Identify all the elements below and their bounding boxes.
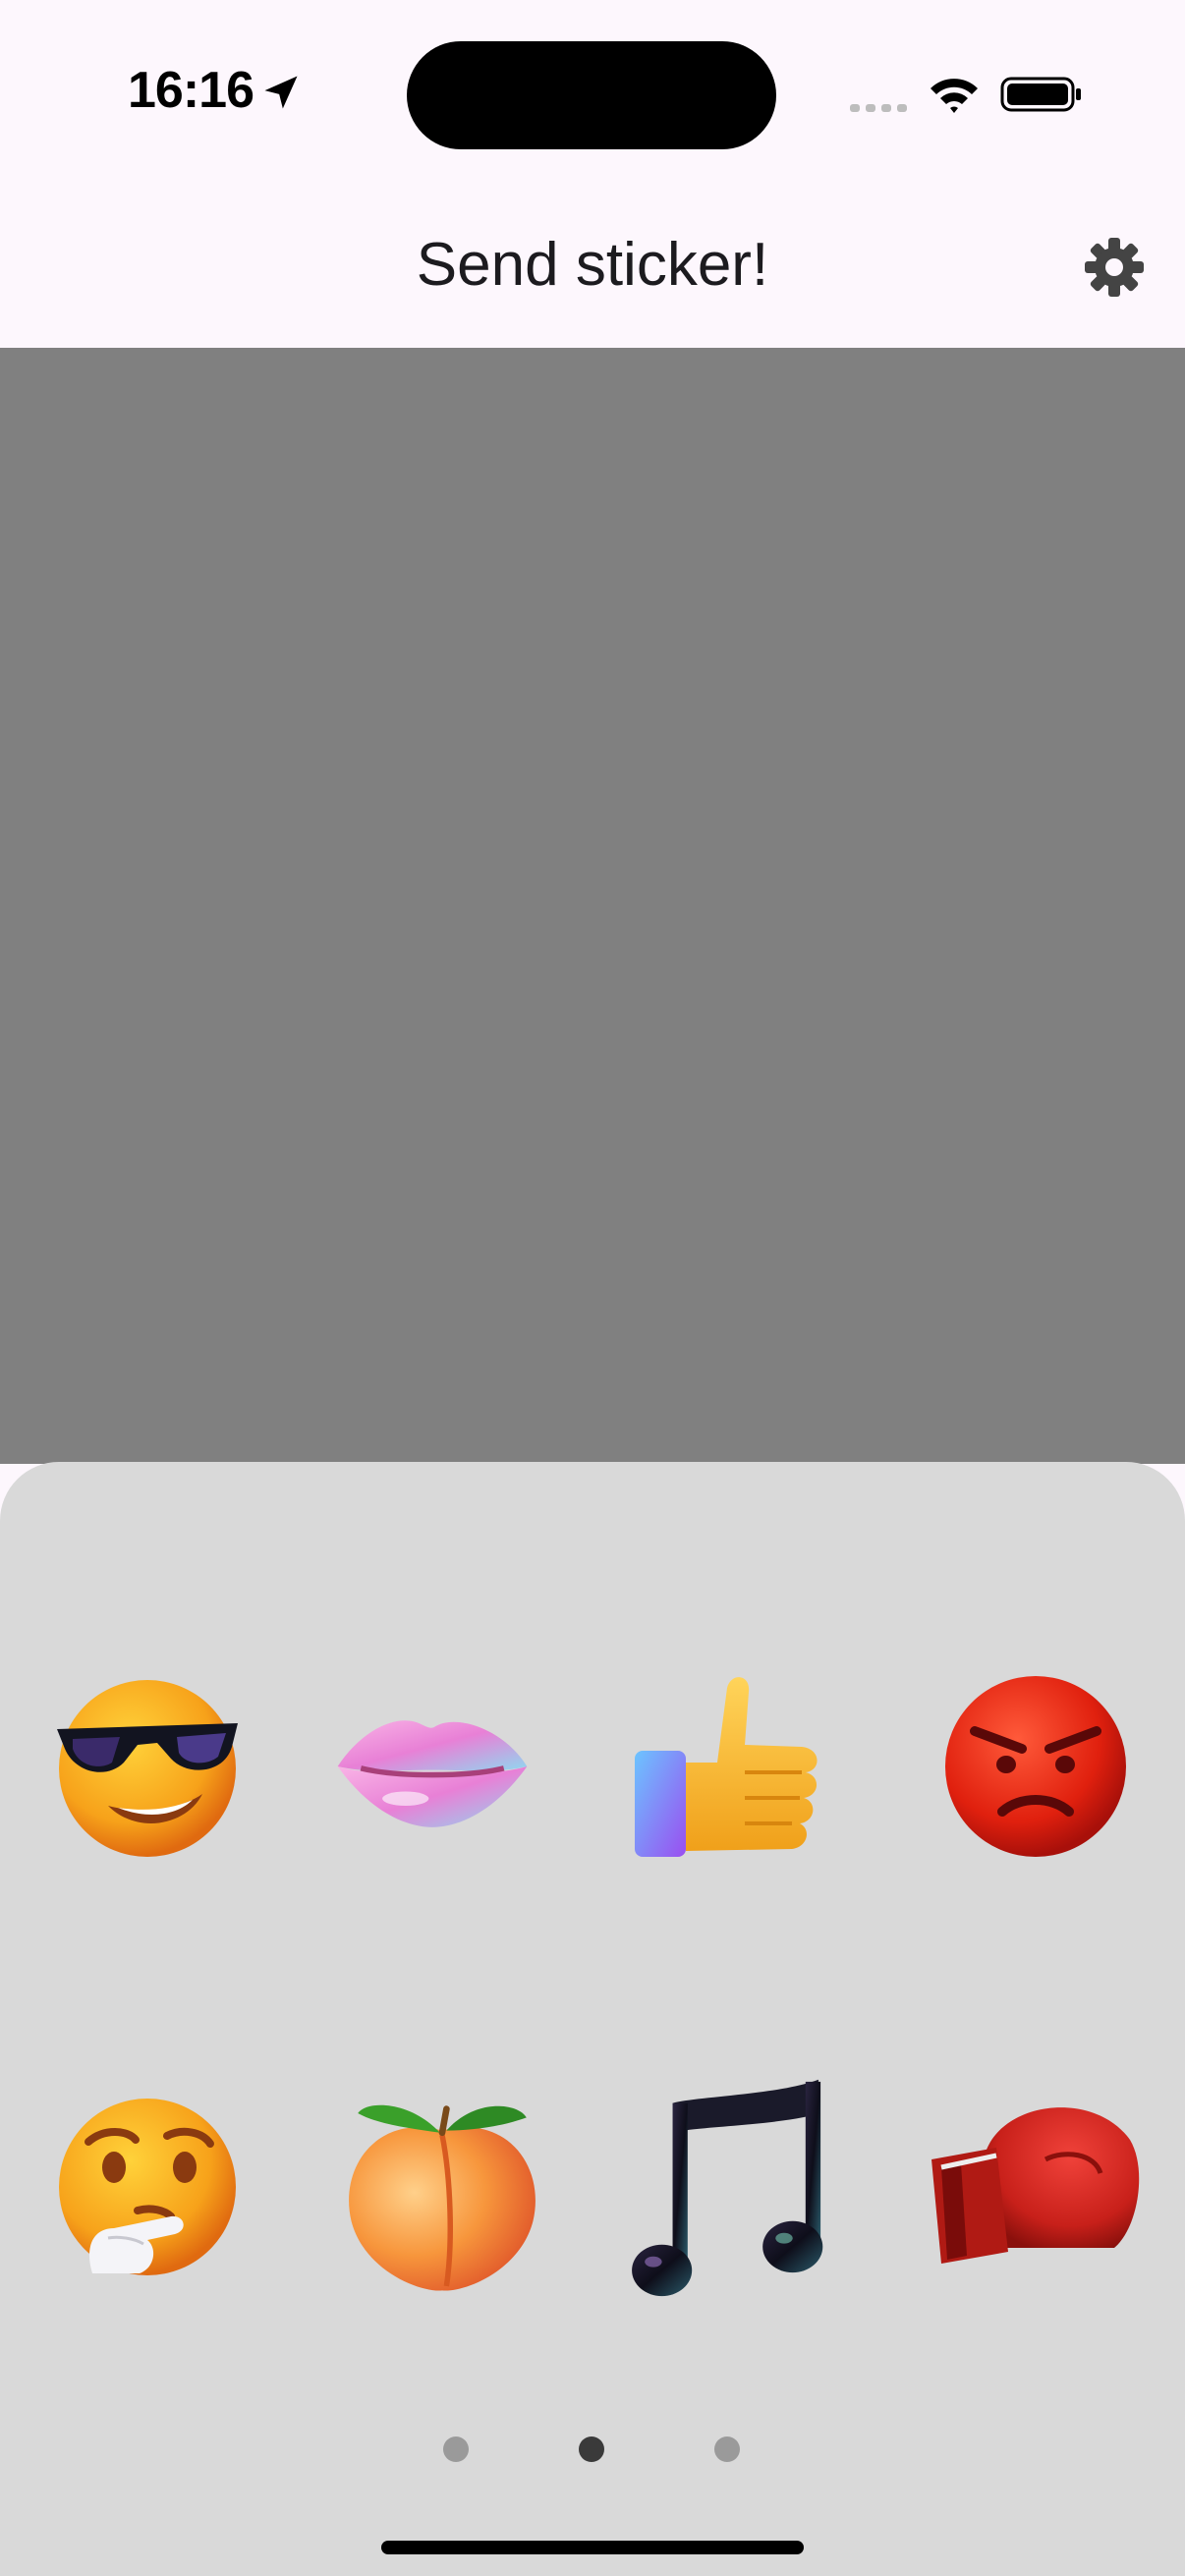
battery-icon bbox=[1000, 77, 1081, 112]
thinking-face-sticker[interactable] bbox=[49, 2091, 246, 2287]
sticker-preview-area[interactable] bbox=[0, 348, 1185, 1464]
page-dot-2-active[interactable] bbox=[579, 2436, 604, 2462]
wifi-icon bbox=[931, 79, 978, 113]
sticker-picker-sheet bbox=[0, 1462, 1185, 2576]
thumbs-up-sticker[interactable] bbox=[629, 1668, 825, 1865]
home-indicator bbox=[381, 2541, 804, 2554]
status-bar: 16:16 bbox=[0, 0, 1185, 187]
boxing-glove-sticker[interactable] bbox=[928, 2091, 1144, 2287]
sunglasses-face-sticker[interactable] bbox=[49, 1668, 246, 1865]
location-arrow-icon bbox=[264, 76, 298, 109]
dynamic-island bbox=[407, 41, 776, 149]
settings-gear-icon[interactable] bbox=[1083, 236, 1146, 299]
page-indicator bbox=[0, 2435, 1185, 2464]
cellular-signal-icon bbox=[850, 104, 907, 112]
music-note-sticker[interactable] bbox=[629, 2071, 845, 2307]
angry-face-sticker[interactable] bbox=[937, 1668, 1134, 1865]
page-title: Send sticker! bbox=[416, 231, 769, 299]
status-time: 16:16 bbox=[128, 62, 254, 119]
page-dot-3[interactable] bbox=[714, 2436, 740, 2462]
lips-sticker[interactable] bbox=[334, 1668, 531, 1865]
page-dot-1[interactable] bbox=[443, 2436, 469, 2462]
peach-sticker[interactable] bbox=[334, 2081, 550, 2297]
app-bar: Send sticker! bbox=[0, 187, 1185, 348]
